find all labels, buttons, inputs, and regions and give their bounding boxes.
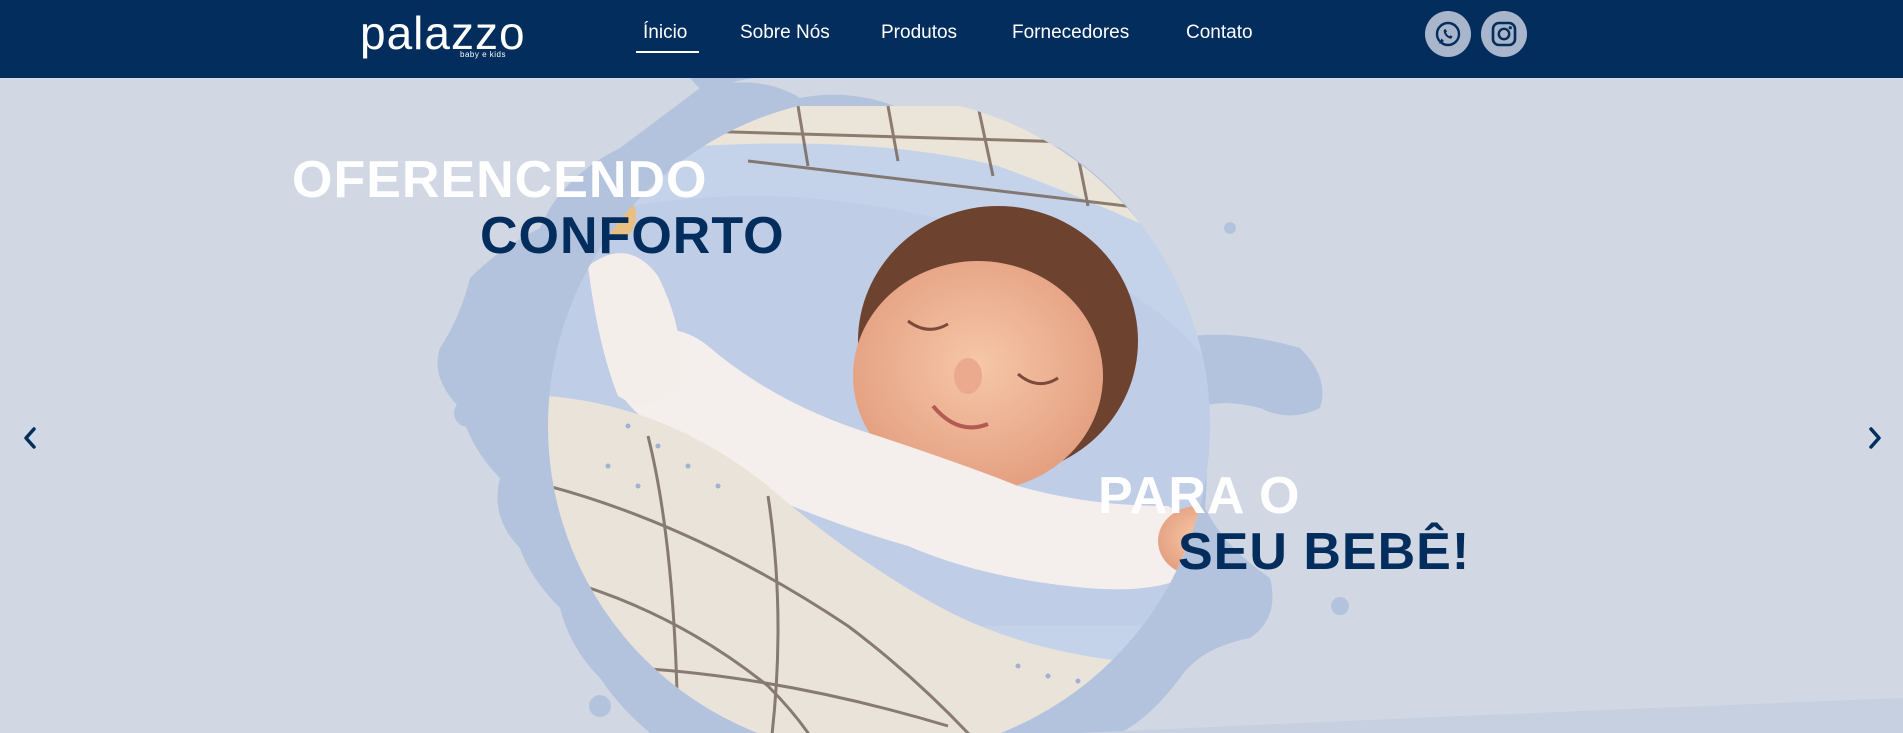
hero-line-1: OFERENCENDO <box>292 151 708 209</box>
hero-line-2: CONFORTO <box>480 207 785 265</box>
slider-next-button[interactable] <box>1860 418 1890 458</box>
nav-item-produtos[interactable]: Produtos <box>881 22 957 44</box>
nav-item-fornecedores[interactable]: Fornecedores <box>1012 22 1129 44</box>
slider-prev-button[interactable] <box>15 418 45 458</box>
chevron-left-icon <box>24 427 36 449</box>
instagram-button[interactable] <box>1481 11 1527 57</box>
hero-slider: OFERENCENDO CONFORTO PARA O SEU BEBÊ! <box>0 78 1903 733</box>
nav-active-indicator <box>636 51 699 53</box>
hero-line-3: PARA O <box>1098 467 1301 525</box>
nav-item-contato[interactable]: Contato <box>1186 22 1253 44</box>
nav-item-inicio[interactable]: Ínicio <box>643 22 687 44</box>
whatsapp-button[interactable] <box>1425 11 1471 57</box>
logo-tagline: baby e kids <box>460 50 506 59</box>
hero-line-4: SEU BEBÊ! <box>1178 523 1471 581</box>
instagram-icon <box>1491 21 1517 47</box>
whatsapp-icon <box>1435 21 1461 47</box>
nav-item-sobre-nos[interactable]: Sobre Nós <box>740 22 830 44</box>
logo[interactable]: palazzo baby e kids <box>360 6 540 66</box>
chevron-right-icon <box>1869 427 1881 449</box>
site-header: palazzo baby e kids Ínicio Sobre Nós Pro… <box>0 0 1903 78</box>
